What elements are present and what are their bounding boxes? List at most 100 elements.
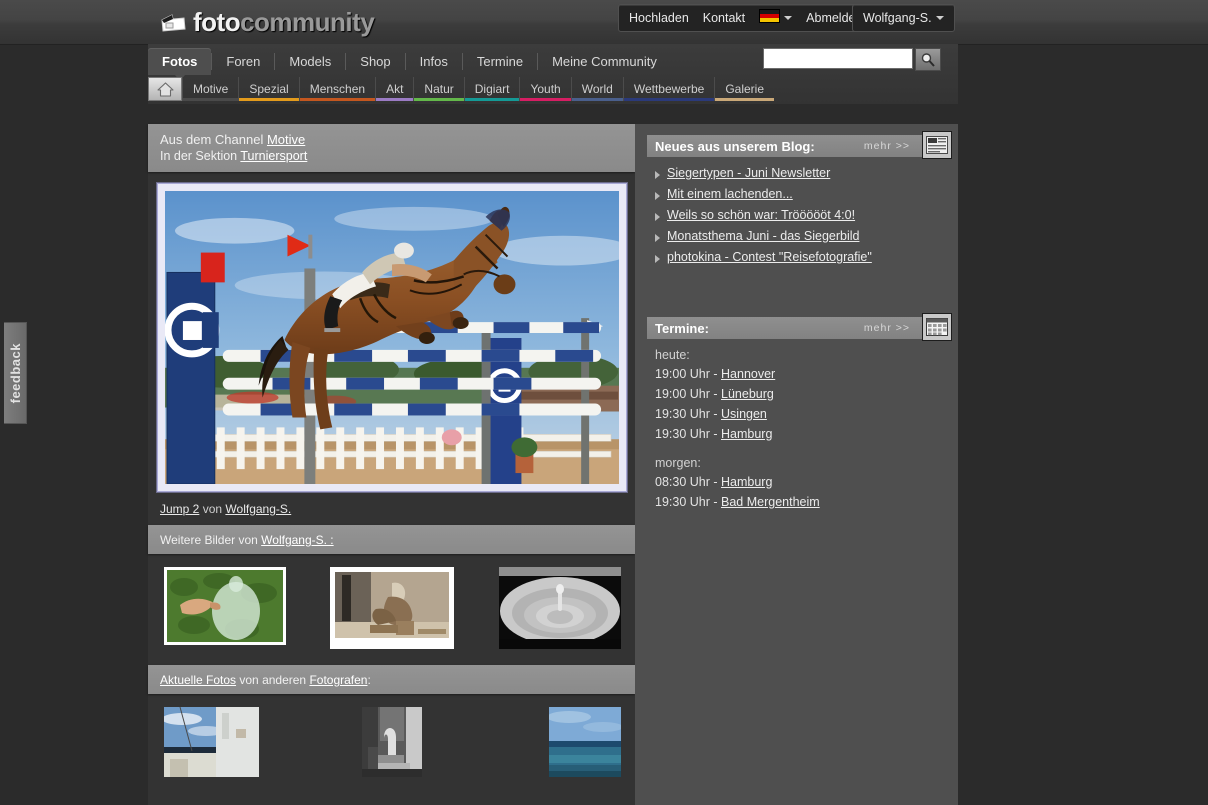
chevron-down-icon	[784, 16, 793, 20]
subnav-item-youth[interactable]: Youth	[519, 77, 571, 101]
channel-line-2: In der Sektion Turniersport	[160, 148, 623, 165]
thumb-slot	[316, 567, 468, 649]
blog-post-link[interactable]: Monatsthema Juni - das Siegerbild	[667, 229, 859, 243]
newspaper-icon-glyph	[926, 136, 948, 154]
termine-city-link[interactable]: Hamburg	[721, 427, 772, 441]
logo-text-secondary: community	[240, 6, 375, 37]
top-utility-nav: Hochladen Kontakt Abmelden	[618, 4, 874, 32]
thumbnail-waterballoon[interactable]	[164, 567, 286, 645]
subnav-underline	[623, 98, 715, 101]
caption-by-word: von	[202, 502, 223, 516]
recent-photos-middle: von anderen	[236, 673, 310, 687]
subnav-item-world[interactable]: World	[570, 77, 623, 101]
subnav-label: Motive	[193, 82, 229, 96]
subnav-label: Akt	[386, 82, 404, 96]
main-photo-frame[interactable]	[156, 183, 627, 492]
more-images-header: Weitere Bilder von Wolfgang-S. :	[148, 525, 635, 554]
blog-more-link[interactable]: mehr >>	[864, 140, 910, 152]
termine-more-link[interactable]: mehr >>	[864, 322, 910, 334]
termine-entry: 19:00 Uhr - Hannover	[655, 367, 958, 381]
subnav-label: Galerie	[725, 82, 765, 96]
tab-shop[interactable]: Shop	[346, 48, 404, 75]
termine-entry: 19:00 Uhr - Lüneburg	[655, 387, 958, 401]
photo-author-link[interactable]: Wolfgang-S.	[225, 502, 291, 516]
feedback-tab[interactable]: feedback	[4, 322, 27, 424]
blog-post-link[interactable]: photokina - Contest "Reisefotografie"	[667, 250, 872, 264]
subnav-item-wettbewerbe[interactable]: Wettbewerbe	[622, 77, 715, 101]
termine-city-link[interactable]: Usingen	[721, 407, 767, 421]
termine-city-link[interactable]: Hamburg	[721, 475, 772, 489]
recent-photos-thumbs	[148, 694, 635, 777]
channel-link[interactable]: Motive	[267, 132, 305, 147]
subnav-item-digiart[interactable]: Digiart	[463, 77, 520, 101]
subnav-underline	[520, 98, 571, 101]
subnav-item-natur[interactable]: Natur	[413, 77, 464, 101]
subnav-item-menschen[interactable]: Menschen	[298, 77, 376, 101]
subnav-item-akt[interactable]: Akt	[375, 77, 414, 101]
termine-time: 19:30 Uhr -	[655, 495, 722, 509]
thumbnail-white-building[interactable]	[164, 707, 259, 777]
thumbnail-sculpture[interactable]	[330, 567, 455, 649]
blog-post-link[interactable]: Weils so schön war: Tröööööt 4:0!	[667, 208, 855, 222]
tab-foren[interactable]: Foren	[212, 48, 274, 75]
subnav-item-spezial[interactable]: Spezial	[238, 77, 299, 101]
tab-fotos[interactable]: Fotos	[148, 48, 212, 81]
termine-city-link[interactable]: Hannover	[721, 367, 775, 381]
search-button[interactable]	[915, 48, 941, 71]
more-images-author-link[interactable]: Wolfgang-S. :	[261, 533, 333, 547]
tab-termine[interactable]: Termine	[463, 48, 537, 75]
subnav-label: Digiart	[474, 82, 510, 96]
home-button[interactable]	[148, 77, 182, 101]
home-icon	[156, 81, 174, 97]
magnifier-icon	[921, 52, 935, 67]
photographers-link[interactable]: Fotografen	[309, 673, 367, 687]
subnav-item-galerie[interactable]: Galerie	[714, 77, 775, 101]
subnav-label: World	[581, 82, 613, 96]
termine-panel: Termine: mehr >> heute: 19:00 Uhr - Hann…	[635, 313, 958, 509]
language-selector[interactable]	[759, 9, 793, 27]
thumbnail-sea-sky[interactable]	[548, 707, 621, 777]
photo-title-link[interactable]: Jump 2	[160, 502, 199, 516]
calendar-icon[interactable]	[922, 313, 952, 341]
top-nav-kontakt[interactable]: Kontakt	[703, 11, 745, 25]
thumbnail-waterdrop[interactable]	[498, 567, 621, 649]
newspaper-icon[interactable]	[922, 131, 952, 159]
termine-city-link[interactable]: Lüneburg	[721, 387, 774, 401]
main-tabs: Fotos Foren Models Shop Infos Termine Me…	[148, 48, 671, 81]
subnav-underline	[239, 98, 299, 101]
blog-post-link[interactable]: Siegertypen - Juni Newsletter	[667, 166, 830, 180]
search-input[interactable]	[763, 48, 913, 69]
termine-time: 19:30 Uhr -	[655, 427, 722, 441]
recent-photos-link[interactable]: Aktuelle Fotos	[160, 673, 236, 687]
more-images-thumbs	[148, 554, 635, 649]
tab-infos[interactable]: Infos	[406, 48, 462, 75]
subnav-label: Natur	[424, 82, 454, 96]
termine-list: heute: 19:00 Uhr - Hannover 19:00 Uhr - …	[635, 348, 958, 509]
tab-models[interactable]: Models	[275, 48, 345, 75]
user-menu-label[interactable]: Wolfgang-S.	[863, 11, 932, 25]
termine-group-label: heute:	[655, 348, 690, 362]
channel-subnav: Motive Spezial Menschen Akt Natur Digiar…	[148, 77, 775, 101]
subnav-item-motive[interactable]: Motive	[182, 77, 239, 101]
top-nav-hochladen[interactable]: Hochladen	[629, 11, 689, 25]
site-logo[interactable]: fotocommunity	[160, 4, 375, 40]
channel-prefix: Aus dem Channel	[160, 132, 267, 147]
thumb-slot	[316, 707, 468, 777]
blog-post-link[interactable]: Mit einem lachenden...	[667, 187, 793, 201]
subnav-underline	[183, 98, 239, 101]
termine-time: 19:00 Uhr -	[655, 387, 722, 401]
thumb-slot	[469, 707, 635, 777]
user-menu[interactable]: Wolfgang-S.	[852, 4, 955, 32]
termine-entry: 19:30 Uhr - Bad Mergentheim	[655, 495, 958, 509]
search-area	[763, 48, 941, 71]
termine-city-link[interactable]: Bad Mergentheim	[721, 495, 820, 509]
subnav-label: Wettbewerbe	[633, 82, 705, 96]
section-link[interactable]: Turniersport	[240, 149, 307, 163]
recent-photos-header: Aktuelle Fotos von anderen Fotografen:	[148, 665, 635, 694]
termine-group-label: morgen:	[655, 456, 701, 470]
calendar-icon-glyph	[926, 318, 948, 336]
thumbnail-industrial-bw[interactable]	[362, 707, 423, 777]
chevron-down-icon	[935, 16, 944, 20]
tab-meine-community[interactable]: Meine Community	[538, 48, 671, 75]
